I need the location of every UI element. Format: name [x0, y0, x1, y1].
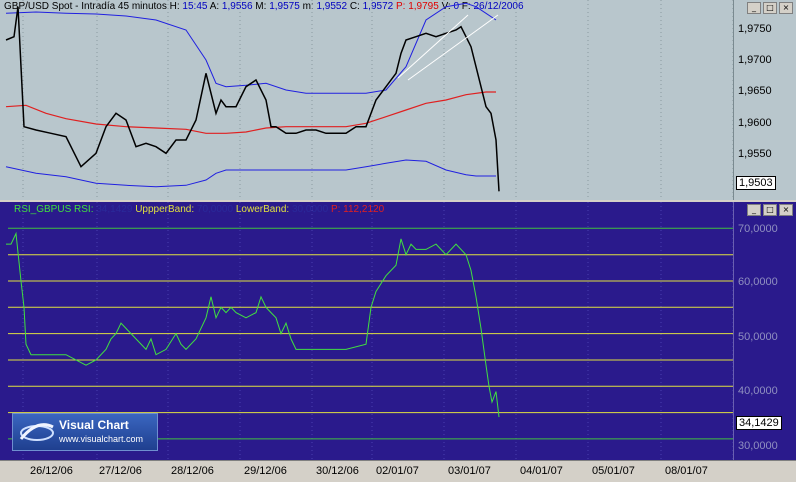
close-button[interactable]: ×: [779, 204, 793, 216]
rsi-window-buttons: _ □ ×: [747, 204, 793, 216]
price-tick: 1,9700: [738, 54, 772, 66]
rsi-level-lines: [8, 227, 733, 440]
trendline-upper[interactable]: [397, 14, 469, 79]
date-axis: 26/12/06 27/12/06 28/12/06 29/12/06 30/1…: [0, 460, 796, 482]
price-line: [5, 6, 500, 192]
price-pane[interactable]: GBP/USD Spot - Intradía 45 minutos H: 15…: [0, 0, 796, 200]
price-window-buttons: _ □ ×: [747, 2, 793, 14]
date-label: 26/12/06: [30, 465, 73, 477]
date-label: 05/01/07: [592, 465, 635, 477]
date-label: 04/01/07: [520, 465, 563, 477]
date-label: 27/12/06: [99, 465, 142, 477]
close-button[interactable]: ×: [779, 2, 793, 14]
price-tick: 1,9550: [738, 148, 772, 160]
price-axis: _ □ × 1,9750 1,9700 1,9650 1,9600 1,9550…: [733, 0, 796, 200]
current-rsi-box: 34,1429: [736, 416, 782, 430]
price-tick: 1,9650: [738, 85, 772, 97]
visual-chart-logo: Visual Chart www.visualchart.com: [12, 413, 158, 451]
rsi-tick: 60,0000: [738, 276, 778, 288]
logo-url: www.visualchart.com: [59, 434, 144, 444]
rsi-tick: 50,0000: [738, 331, 778, 343]
price-tick: 1,9750: [738, 23, 772, 35]
maximize-button[interactable]: □: [763, 204, 777, 216]
rsi-axis: _ □ × 70,0000 60,0000 50,0000 40,0000 30…: [733, 202, 796, 460]
moving-average-line: [5, 91, 496, 134]
minimize-button[interactable]: _: [747, 2, 761, 14]
logo-title: Visual Chart: [59, 418, 129, 432]
date-label: 08/01/07: [665, 465, 708, 477]
upper-band-line: [5, 2, 497, 94]
price-gridlines: [22, 0, 733, 200]
rsi-tick: 70,0000: [738, 223, 778, 235]
current-price-box: 1,9503: [736, 176, 776, 190]
rsi-tick: 40,0000: [738, 385, 778, 397]
date-label: 30/12/06: [316, 465, 359, 477]
logo-swoosh-icon: [19, 423, 54, 441]
rsi-line: [6, 231, 500, 418]
date-label: 29/12/06: [244, 465, 287, 477]
date-label: 02/01/07: [376, 465, 419, 477]
minimize-button[interactable]: _: [747, 204, 761, 216]
price-plot[interactable]: [0, 0, 733, 200]
date-label: 28/12/06: [171, 465, 214, 477]
rsi-tick: 30,0000: [738, 440, 778, 452]
price-tick: 1,9600: [738, 117, 772, 129]
trendline-lower[interactable]: [407, 14, 499, 81]
maximize-button[interactable]: □: [763, 2, 777, 14]
date-label: 03/01/07: [448, 465, 491, 477]
